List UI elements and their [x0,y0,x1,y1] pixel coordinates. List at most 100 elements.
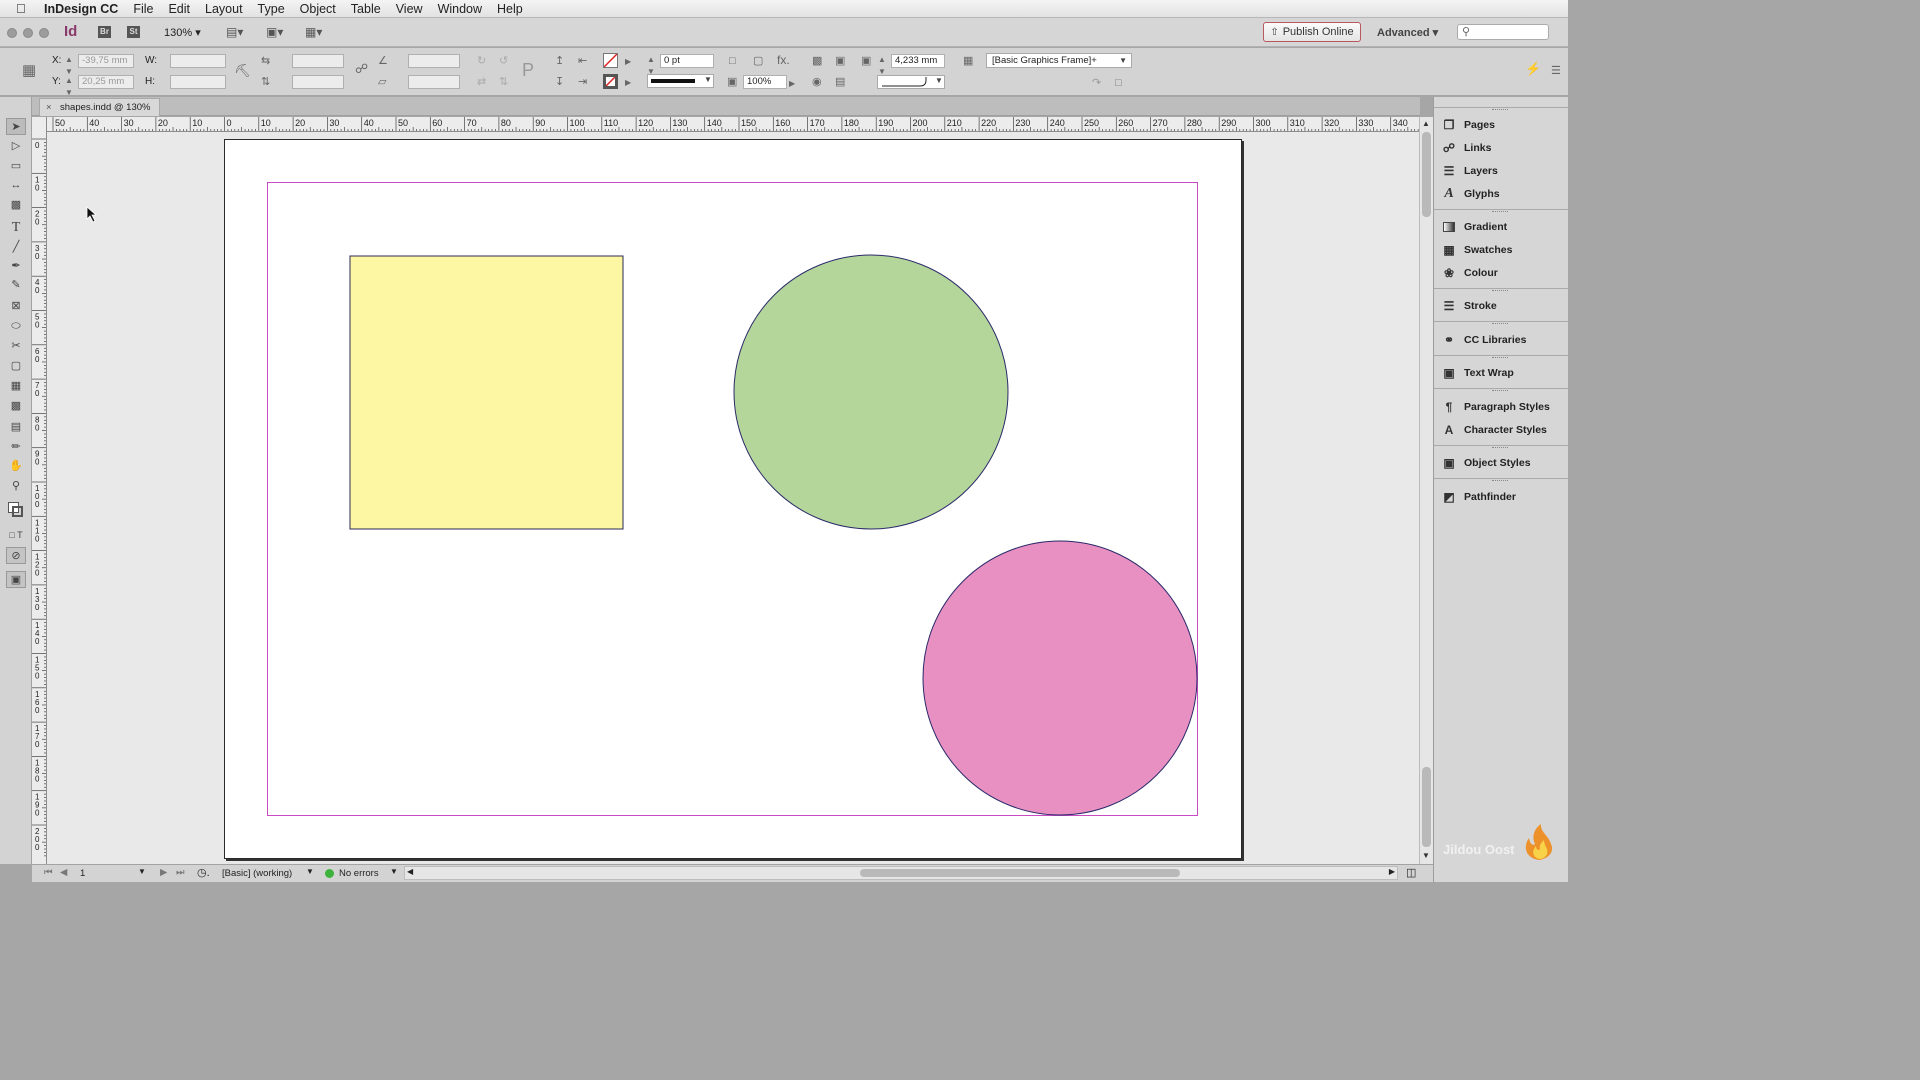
panel-menu-icon[interactable]: ☰ [1551,65,1561,77]
type-tool-icon[interactable]: T [6,219,26,236]
close-window-button[interactable] [7,28,17,38]
menu-layout[interactable]: Layout [205,2,243,16]
panel-paragraph-styles[interactable]: ¶ Paragraph Styles [1434,396,1569,418]
gap-tool-icon[interactable]: ↔ [6,177,26,194]
app-menu[interactable]: InDesign CC [44,2,118,16]
direct-selection-tool-icon[interactable]: ▷ [6,138,26,155]
stroke-swatch[interactable] [603,74,618,89]
scissors-tool-icon[interactable]: ✂ [6,338,26,355]
vertical-scroll-thumb[interactable] [1422,132,1431,217]
menu-window[interactable]: Window [438,2,482,16]
rotate-ccw-icon[interactable]: ↺ [499,55,508,67]
fill-stroke-proxy[interactable] [7,501,24,521]
rotation-field[interactable] [408,54,460,68]
line-tool-icon[interactable]: ╱ [6,239,26,256]
view-options-icon[interactable]: ▤▾ [226,25,243,39]
panel-group-grip[interactable] [1434,355,1569,361]
shadow-frame-icon[interactable]: ▢ [753,55,763,67]
quick-apply-icon[interactable]: ⚡ [1525,62,1541,75]
rectangle-frame-tool-icon[interactable]: ⊠ [6,298,26,315]
select-container-icon[interactable]: ↥ [555,55,564,67]
page-dropdown-icon[interactable]: ▼ [138,867,146,876]
menu-object[interactable]: Object [300,2,336,16]
menu-view[interactable]: View [396,2,423,16]
height-field[interactable] [170,75,226,89]
page-number-field[interactable]: 1 [80,868,85,879]
fx-effects-icon[interactable]: fx. [777,54,790,66]
reference-point-icon[interactable]: ▦ [22,62,36,80]
free-transform-tool-icon[interactable]: ▢ [6,358,26,375]
auto-fit-icon[interactable]: ▩ [812,55,822,67]
panel-group-grip[interactable] [1434,288,1569,294]
stroke-weight-field[interactable]: 0 pt [660,54,714,68]
new-style-icon[interactable]: □ [1115,77,1122,89]
fill-swatch[interactable] [603,53,618,68]
corner-size-field[interactable]: 4,233 mm [891,54,945,68]
scroll-up-icon[interactable]: ▲ [1422,119,1430,128]
menu-edit[interactable]: Edit [168,2,190,16]
panel-group-grip[interactable] [1434,445,1569,451]
bridge-button[interactable]: Br [98,26,111,38]
vertical-ruler[interactable]: 0102030405060708090100110120130140150160… [32,117,47,864]
panel-pathfinder[interactable]: ◩ Pathfinder [1434,486,1569,508]
minimize-window-button[interactable] [23,28,33,38]
page-tool-icon[interactable]: ▭ [6,158,26,175]
scroll-down-icon[interactable]: ▼ [1422,851,1430,860]
horizontal-ruler[interactable]: 50 40 30 20 10 0 10 20 30 40 50 60 70 80 90 100 110 120 13… [47,117,1420,132]
panel-layers[interactable]: ☰ Layers [1434,160,1569,182]
preflight-profile-dropdown[interactable]: [Basic] (working) [222,868,292,879]
panel-group-grip[interactable] [1434,321,1569,327]
fill-menu-arrow[interactable]: ▶ [625,56,631,68]
y-stepper[interactable]: ▲ ▼ [65,75,73,99]
panel-pages[interactable]: ❐ Pages [1434,114,1569,136]
apply-none-icon[interactable]: ⊘ [6,547,26,564]
horizontal-scrollbar[interactable]: ◀ ▶ [404,866,1398,880]
panel-object-styles[interactable]: ▣ Object Styles [1434,452,1569,474]
publish-online-button[interactable]: ⇧ Publish Online [1263,22,1361,42]
arrange-documents-icon[interactable]: ▦▾ [305,25,322,39]
panel-glyphs[interactable]: A Glyphs [1434,183,1569,205]
panel-links[interactable]: ☍ Links [1434,137,1569,159]
panel-gradient[interactable]: Gradient [1434,216,1569,238]
x-field[interactable]: -39,75 mm [78,54,134,68]
previous-page-icon[interactable]: ◀ [60,867,67,878]
constrain-scale-icon[interactable]: ☍ [355,62,368,75]
drop-shadow-icon[interactable]: □ [729,55,736,67]
eyedropper-tool-icon[interactable]: ✏ [6,439,26,456]
clear-overrides-icon[interactable]: ↷ [1092,77,1101,89]
next-page-icon[interactable]: ▶ [160,867,167,878]
panel-group-grip[interactable] [1434,388,1569,394]
vertical-scrollbar[interactable]: ▲ ▼ [1419,117,1433,864]
stock-button[interactable]: St [127,26,140,38]
pencil-tool-icon[interactable]: ✎ [6,277,26,294]
constrain-proportions-icon[interactable]: ⛏ [234,64,251,77]
menu-file[interactable]: File [133,2,153,16]
gradient-swatch-tool-icon[interactable]: ▦ [6,378,26,395]
gradient-feather-tool-icon[interactable]: ▩ [6,398,26,415]
panel-group-grip[interactable] [1434,107,1569,113]
panel-group-grip[interactable] [1434,209,1569,215]
object-style-dropdown[interactable]: [Basic Graphics Frame]+ ▼ [986,53,1132,68]
selection-tool-icon[interactable]: ➤ [6,118,26,135]
selection-container-icon[interactable]: P [522,60,534,80]
opacity-field[interactable]: 100% [743,75,787,89]
last-page-icon[interactable]: ⏭ [176,867,185,878]
document-tab[interactable]: × shapes.indd @ 130% [39,98,160,116]
center-content-icon[interactable]: ▤ [835,76,845,88]
panel-character-styles[interactable]: A Character Styles [1434,419,1569,441]
fit-content-icon[interactable]: ◉ [812,76,822,88]
zoom-window-button[interactable] [39,28,49,38]
stroke-type-dropdown[interactable]: ▼ [647,74,714,88]
panel-swatches[interactable]: ▦ Swatches [1434,239,1569,261]
vertical-scroll-thumb-lower[interactable] [1422,767,1431,847]
corner-type-dropdown[interactable]: ▼ [877,75,945,89]
fit-frame-icon[interactable]: ▣ [835,55,845,67]
shear-field[interactable] [408,75,460,89]
menu-table[interactable]: Table [351,2,381,16]
help-search-input[interactable]: ⚲ [1457,24,1549,40]
zoom-level-dropdown[interactable]: 130% ▾ [164,26,201,39]
open-file-icon[interactable]: ◷. [197,866,210,879]
apple-menu-icon[interactable]:  [16,1,30,16]
preflight-errors-label[interactable]: No errors [339,868,379,879]
opacity-menu-arrow[interactable]: ▶ [789,78,795,90]
